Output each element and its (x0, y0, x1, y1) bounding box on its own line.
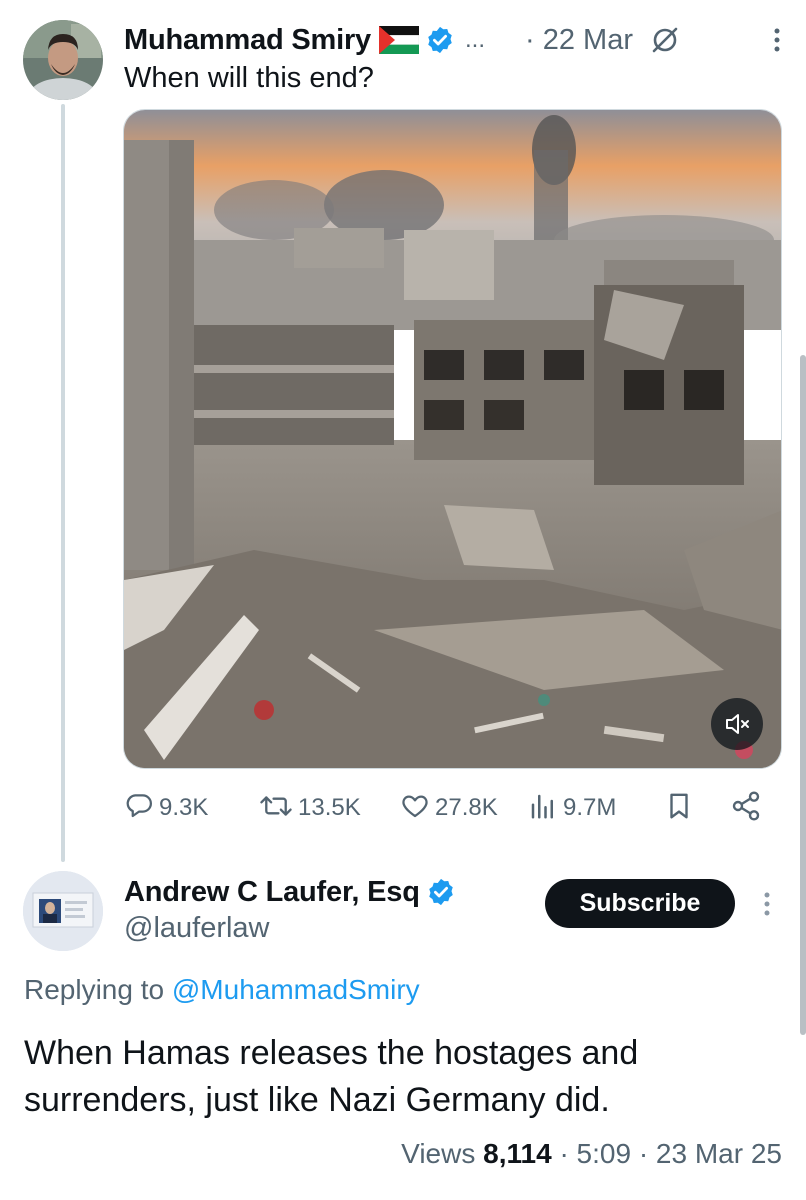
post-timestamp[interactable]: · 5:09 · 23 Mar 25 (559, 1138, 782, 1169)
grok-icon[interactable] (649, 24, 681, 56)
name-truncation: ... (465, 26, 486, 53)
views-button[interactable]: 9.7M (528, 788, 616, 828)
replying-to: Replying to @MuhammadSmiry (24, 974, 420, 1006)
avatar[interactable] (23, 871, 103, 951)
post-thread: Muhammad Smiry ... · 22 Mar When will th… (0, 0, 806, 1200)
more-options-icon[interactable] (762, 890, 772, 918)
bar-chart-icon (528, 791, 558, 826)
subscribe-button[interactable]: Subscribe (545, 879, 735, 928)
like-button[interactable]: 27.8K (400, 788, 498, 828)
avatar[interactable] (23, 20, 103, 100)
verified-badge-icon[interactable] (425, 25, 455, 55)
author-handle[interactable]: @lauferlaw (124, 912, 270, 945)
more-options-icon[interactable] (772, 26, 782, 54)
share-button[interactable] (730, 788, 762, 828)
scrollbar[interactable] (800, 355, 806, 1035)
post-text: When will this end? (124, 62, 374, 94)
post-header: Muhammad Smiry ... · 22 Mar (124, 20, 782, 60)
view-count: 9.7M (563, 794, 617, 821)
heart-icon (400, 791, 430, 826)
post-meta: Views 8,114 · 5:09 · 23 Mar 25 (401, 1138, 782, 1170)
repost-button[interactable]: 13.5K (259, 788, 361, 828)
like-count: 27.8K (435, 794, 498, 821)
post-video[interactable] (123, 109, 782, 769)
reply-button[interactable]: 9.3K (124, 788, 208, 828)
repost-count: 13.5K (298, 794, 361, 821)
reply-count: 9.3K (159, 794, 209, 821)
reply-text: When Hamas releases the hostages and sur… (24, 1034, 639, 1119)
verified-badge-icon[interactable] (426, 877, 456, 907)
palestine-flag-icon (378, 26, 420, 54)
post-date[interactable]: · 22 Mar (525, 24, 633, 57)
mute-toggle-button[interactable] (711, 698, 763, 750)
replying-to-label: Replying to (24, 974, 165, 1005)
author-name[interactable]: Andrew C Laufer, Esq (124, 876, 420, 909)
bookmark-button[interactable] (664, 788, 694, 828)
replying-to-mention-link[interactable]: @MuhammadSmiry (172, 974, 420, 1005)
share-icon (730, 790, 762, 827)
author-name[interactable]: Muhammad Smiry (124, 24, 371, 57)
post-action-bar: 9.3K 13.5K 27.8K 9.7M (124, 788, 774, 828)
bookmark-icon (664, 791, 694, 826)
muted-speaker-icon (723, 710, 751, 738)
views-label: Views (401, 1138, 476, 1169)
views-count[interactable]: 8,114 (483, 1138, 552, 1169)
thread-connector-line (61, 104, 65, 862)
repost-arrows-icon (259, 791, 293, 826)
reply-author-row: Andrew C Laufer, Esq (124, 872, 456, 912)
speech-bubble-icon (124, 791, 154, 826)
